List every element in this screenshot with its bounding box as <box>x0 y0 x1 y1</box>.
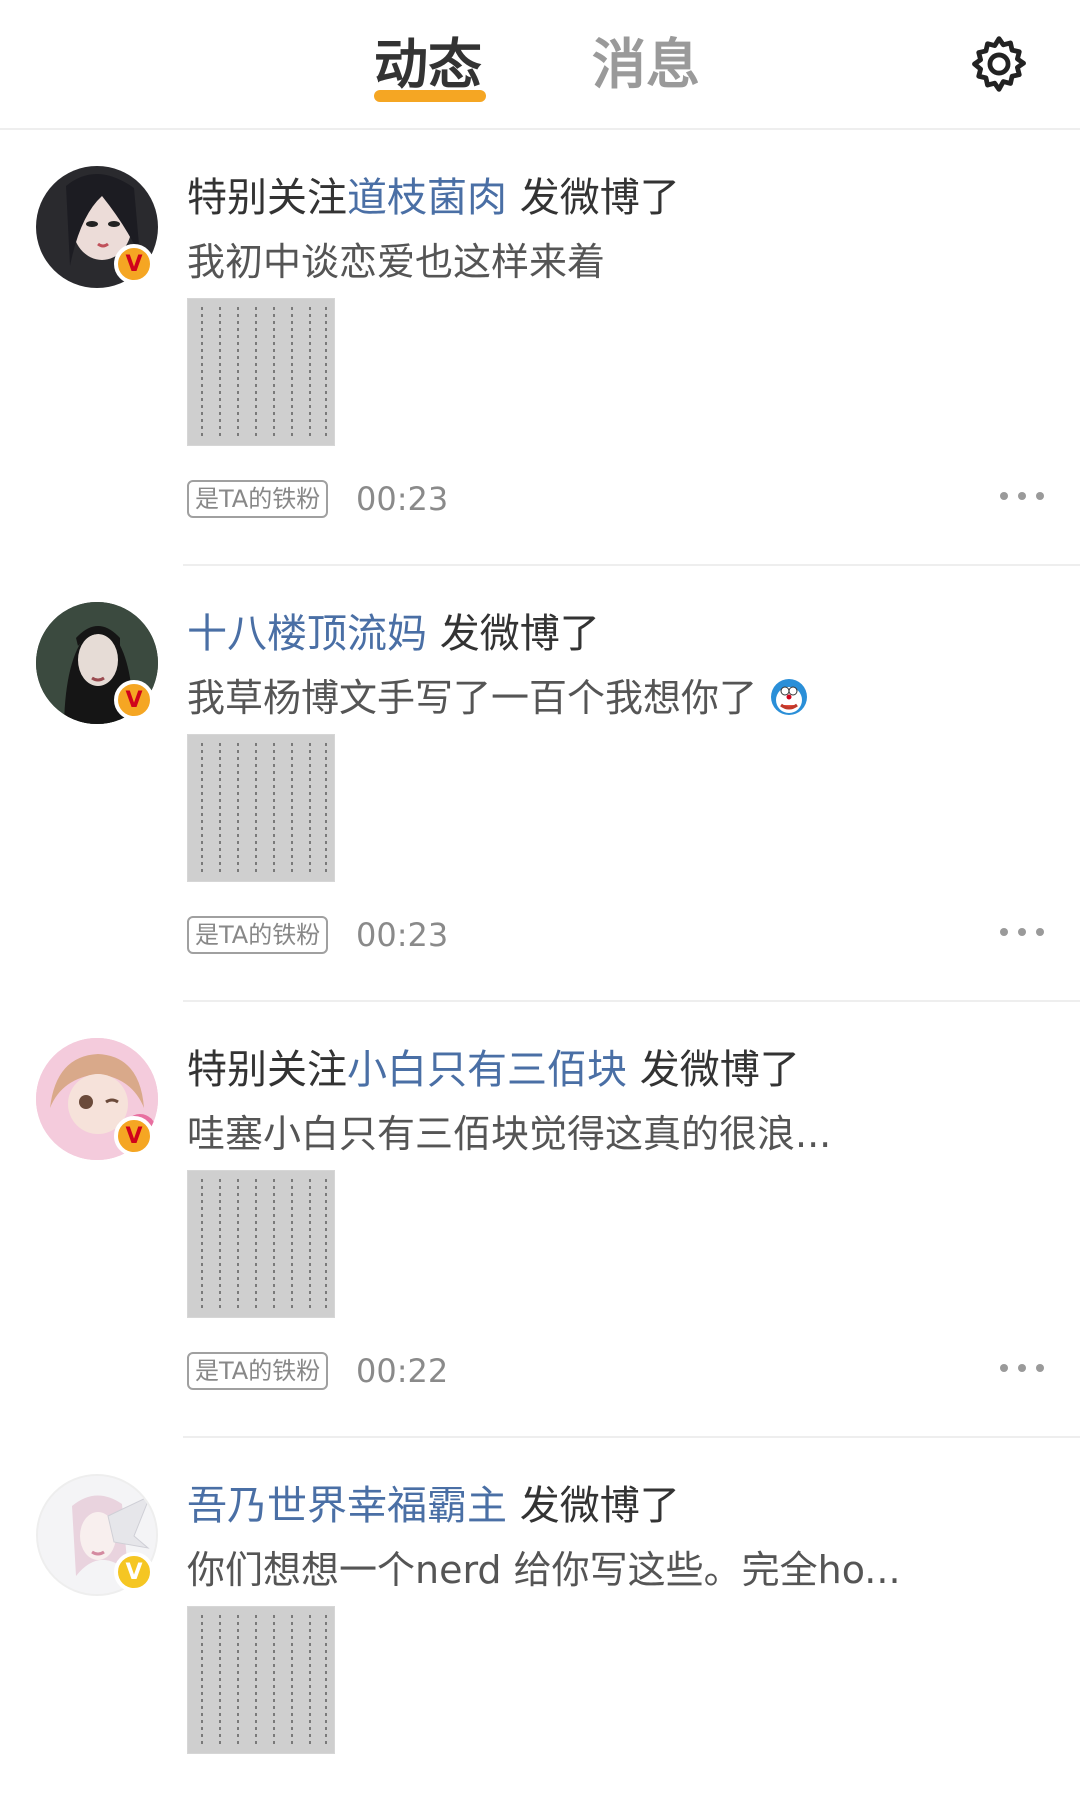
username-link[interactable]: 吾乃世界幸福霸主 <box>187 1483 507 1529</box>
verified-v-icon: V <box>114 1116 154 1156</box>
feed-item[interactable]: V 特别关注小白只有三佰块 发微博了 哇塞小白只有三佰块觉得这真的很浪... 是… <box>0 1002 1080 1438</box>
special-follow-prefix: 特别关注 <box>187 1047 347 1093</box>
verified-v-icon: V <box>114 680 154 720</box>
tab-messages[interactable]: 消息 <box>592 30 700 100</box>
feed-item[interactable]: V 十八楼顶流妈 发微博了 我草杨博文手写了一百个我想你了 是TA的铁粉 00:… <box>0 566 1080 1002</box>
active-tab-indicator <box>374 90 486 102</box>
post-excerpt[interactable]: 我初中谈恋爱也这样来着 <box>187 234 1057 290</box>
post-excerpt[interactable]: 哇塞小白只有三佰块觉得这真的很浪... <box>187 1106 1057 1162</box>
fan-badge: 是TA的铁粉 <box>187 916 329 954</box>
doraemon-emoji-icon <box>771 679 808 715</box>
verified-v-icon: V <box>114 1552 154 1592</box>
feed-item[interactable]: V 特别关注道枝菌肉 发微博了 我初中谈恋爱也这样来着 是TA的铁粉 00:23 <box>0 130 1080 566</box>
post-thumbnail[interactable] <box>187 1170 335 1318</box>
more-dots-icon[interactable] <box>1000 1358 1044 1378</box>
action-text: 发微博了 <box>507 1483 680 1529</box>
fan-badge: 是TA的铁粉 <box>187 1352 329 1390</box>
post-headline: 十八楼顶流妈 发微博了 <box>187 604 1057 664</box>
post-excerpt[interactable]: 我草杨博文手写了一百个我想你了 <box>187 670 1057 726</box>
post-headline: 特别关注小白只有三佰块 发微博了 <box>187 1040 1057 1100</box>
post-time: 00:23 <box>356 916 449 954</box>
post-excerpt-text: 我草杨博文手写了一百个我想你了 <box>187 676 758 720</box>
fan-badge: 是TA的铁粉 <box>187 480 329 518</box>
more-dots-icon[interactable] <box>1000 486 1044 506</box>
username-link[interactable]: 道枝菌肉 <box>347 175 507 221</box>
post-time: 00:23 <box>356 480 449 518</box>
post-excerpt[interactable]: 你们想想一个nerd 给你写这些。完全ho... <box>187 1542 1057 1598</box>
username-link[interactable]: 十八楼顶流妈 <box>187 611 427 657</box>
post-headline: 吾乃世界幸福霸主 发微博了 <box>187 1476 1057 1536</box>
more-dots-icon[interactable] <box>1000 922 1044 942</box>
post-thumbnail[interactable] <box>187 734 335 882</box>
action-text: 发微博了 <box>427 611 600 657</box>
post-thumbnail[interactable] <box>187 298 335 446</box>
post-thumbnail[interactable] <box>187 1606 335 1754</box>
feed-item[interactable]: V 吾乃世界幸福霸主 发微博了 你们想想一个nerd 给你写这些。完全ho... <box>0 1438 1080 1811</box>
username-link[interactable]: 小白只有三佰块 <box>347 1047 627 1093</box>
special-follow-prefix: 特别关注 <box>187 175 347 221</box>
action-text: 发微博了 <box>627 1047 800 1093</box>
gear-icon <box>972 36 1026 92</box>
post-headline: 特别关注道枝菌肉 发微博了 <box>187 168 1057 228</box>
verified-v-icon: V <box>114 244 154 284</box>
post-time: 00:22 <box>356 1352 449 1390</box>
top-nav-bar: 动态 消息 <box>0 0 1080 130</box>
settings-button[interactable] <box>963 28 1035 100</box>
action-text: 发微博了 <box>507 175 680 221</box>
